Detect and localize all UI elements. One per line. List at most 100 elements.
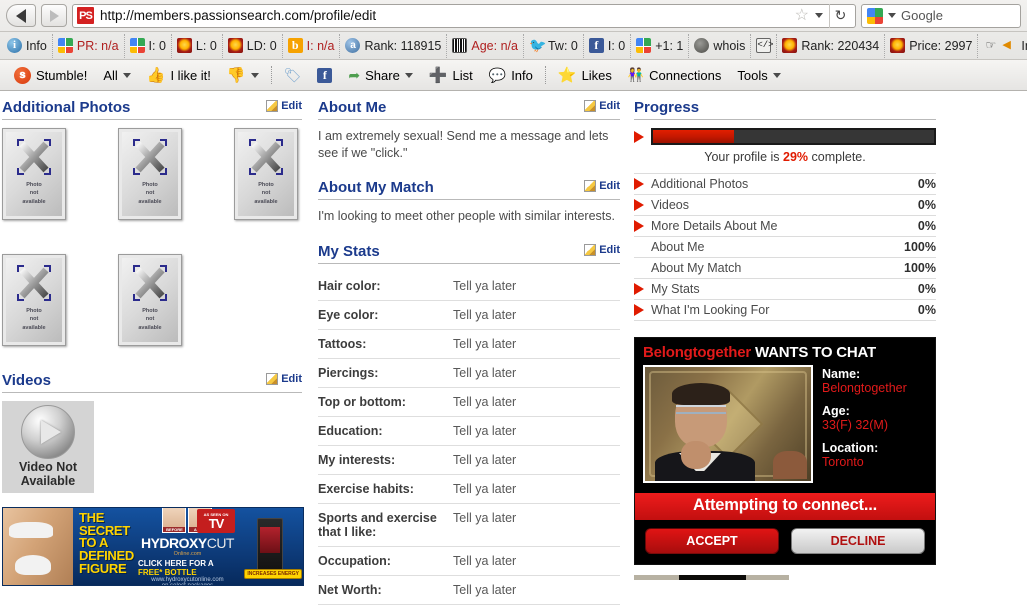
photo-unavailable-icon xyxy=(15,263,53,303)
seo-item-pagerank[interactable]: PR: n/a xyxy=(53,33,125,58)
people-icon: 👫 xyxy=(627,67,645,82)
edit-about-my-match-link[interactable]: Edit xyxy=(584,180,620,192)
dislike-button[interactable]: 👎 xyxy=(219,62,267,88)
seo-item-alexa-rank[interactable]: a Rank: 118915 xyxy=(340,33,448,58)
list-item[interactable]: Videos 0% xyxy=(634,195,936,216)
seo-item-google-plus[interactable]: +1: 1 xyxy=(631,33,690,58)
tag-button[interactable]: 🏷 xyxy=(276,62,310,88)
about-my-match-title: About My Match xyxy=(318,179,434,196)
decline-button[interactable]: DECLINE xyxy=(791,528,925,554)
seo-label: I: 0 xyxy=(148,38,166,53)
seo-label: L: 0 xyxy=(195,38,217,53)
stumble-button[interactable]: 𝐬 Stumble! xyxy=(6,62,95,88)
stat-key: Occupation: xyxy=(318,553,391,568)
photo-placeholder[interactable]: Photo not available xyxy=(118,128,182,220)
list-item[interactable]: My Stats 0% xyxy=(634,279,936,300)
seo-item-domain-age[interactable]: Age: n/a xyxy=(447,33,524,58)
chat-invitation-widget[interactable]: Belongtogether WANTS TO CHAT Name: Belon… xyxy=(634,337,936,565)
search-engine-chevron-icon[interactable] xyxy=(888,13,896,18)
age-label: Age: xyxy=(822,403,850,418)
url-text[interactable]: http://members.passionsearch.com/profile… xyxy=(100,8,789,23)
about-my-match-text: I'm looking to meet other people with si… xyxy=(318,209,615,223)
avatar xyxy=(655,381,755,481)
list-item[interactable]: About My Match 100% xyxy=(634,258,936,279)
page-title: Additional Photos xyxy=(2,99,131,116)
list-item[interactable]: About Me 100% xyxy=(634,237,936,258)
edit-my-stats-link[interactable]: Edit xyxy=(584,243,620,256)
stat-value: Tell ya later xyxy=(453,452,517,467)
like-button[interactable]: 👍 I like it! xyxy=(139,62,219,88)
star-icon[interactable]: ☆ xyxy=(795,7,809,24)
forward-button[interactable] xyxy=(41,4,67,27)
seo-item-internal-links[interactable]: ☞ ◀ Int.: 13 xyxy=(978,34,1027,58)
photo-placeholder[interactable]: Photo not available xyxy=(118,254,182,346)
edit-label: Edit xyxy=(599,243,620,256)
progress-item-percent: 0% xyxy=(917,303,936,317)
address-bar[interactable]: PS http://members.passionsearch.com/prof… xyxy=(72,3,856,28)
connections-button[interactable]: 👫 Connections xyxy=(620,62,729,88)
stat-value: Tell ya later xyxy=(453,582,517,597)
play-icon xyxy=(21,405,75,460)
photo-placeholder[interactable]: Photo not available xyxy=(234,128,298,220)
list-button[interactable]: ➕ List xyxy=(421,62,481,88)
chat-user-photo[interactable] xyxy=(643,365,813,483)
info-button[interactable]: 💬 Info xyxy=(481,62,541,88)
photo-placeholder-text: Photo not available xyxy=(138,182,162,205)
seo-item-price[interactable]: Price: 2997 xyxy=(885,33,979,58)
seo-label: Rank: 220434 xyxy=(801,38,880,53)
seo-item-bing-index[interactable]: b I: n/a xyxy=(283,33,341,58)
photo-unavailable-icon xyxy=(15,137,53,177)
stat-key: Tattoos: xyxy=(318,336,367,351)
age-value: 33(F) 32(M) xyxy=(822,418,888,433)
progress-bar xyxy=(651,128,936,145)
seo-item-source-code[interactable]: </> xyxy=(751,33,778,58)
chevron-down-icon xyxy=(250,72,259,78)
arrow-icon-placeholder xyxy=(634,262,644,274)
likes-button[interactable]: ⭐ Likes xyxy=(550,62,620,88)
progress-item-percent: 0% xyxy=(917,219,936,233)
tools-button[interactable]: Tools xyxy=(729,62,788,88)
edit-additional-photos-link[interactable]: Edit xyxy=(266,100,302,112)
video-placeholder[interactable]: Video Not Available xyxy=(2,401,94,493)
profile-edit-page: Additional Photos Edit Photo not availab… xyxy=(0,91,1027,604)
edit-about-me-link[interactable]: Edit xyxy=(584,100,620,112)
seo-label: I: n/a xyxy=(306,38,335,53)
search-box[interactable]: Google xyxy=(861,3,1021,28)
site-favicon: PS xyxy=(77,7,94,24)
seo-item-twitter[interactable]: 🐦 Tw: 0 xyxy=(524,33,584,58)
stat-key: Education: xyxy=(318,423,383,438)
photo-placeholder[interactable]: Photo not available xyxy=(2,254,66,346)
avatar-hair xyxy=(672,383,730,405)
list-item[interactable]: More Details About Me 0% xyxy=(634,216,936,237)
accept-button[interactable]: ACCEPT xyxy=(645,528,779,554)
seo-item-info[interactable]: i Info xyxy=(2,33,53,58)
info-label: Info xyxy=(511,67,533,83)
seo-item-facebook[interactable]: f I: 0 xyxy=(584,33,632,58)
stat-value: Tell ya later xyxy=(453,307,517,322)
chat-header: Belongtogether WANTS TO CHAT xyxy=(635,338,935,365)
as-seen-on-tv-badge: AS SEEN ON TV xyxy=(197,509,235,533)
share-button[interactable]: ➦ Share xyxy=(340,62,420,88)
list-item[interactable]: Additional Photos 0% xyxy=(634,174,936,195)
seo-item-whois[interactable]: whois xyxy=(689,33,752,58)
facebook-share-button[interactable]: f xyxy=(309,62,340,88)
stat-value: Tell ya later xyxy=(453,278,517,293)
chat-body: Name: Belongtogether Age: 33(F) 32(M) Lo… xyxy=(635,365,935,493)
cursor-left-icon: ◀ xyxy=(1002,39,1011,51)
stat-key: Piercings: xyxy=(318,365,379,380)
list-item[interactable]: What I'm Looking For 0% xyxy=(634,300,936,321)
seo-item-google-index[interactable]: I: 0 xyxy=(125,33,172,58)
search-input[interactable]: Google xyxy=(901,8,943,23)
category-dropdown[interactable]: All xyxy=(95,62,138,88)
pencil-icon xyxy=(266,100,279,112)
back-button[interactable] xyxy=(6,4,36,27)
seo-item-linking-domains[interactable]: LD: 0 xyxy=(223,33,283,58)
photo-placeholder[interactable]: Photo not available xyxy=(2,128,66,220)
seo-item-links[interactable]: L: 0 xyxy=(172,33,223,58)
advertisement-banner[interactable]: THE SECRET TO A DEFINED FIGURE BEFORE AF… xyxy=(2,507,304,586)
seo-item-rank[interactable]: Rank: 220434 xyxy=(777,33,886,58)
share-icon: ➦ xyxy=(348,66,361,83)
edit-videos-link[interactable]: Edit xyxy=(266,373,302,385)
reload-icon[interactable]: ↻ xyxy=(829,3,851,28)
chevron-down-icon[interactable] xyxy=(815,13,823,18)
